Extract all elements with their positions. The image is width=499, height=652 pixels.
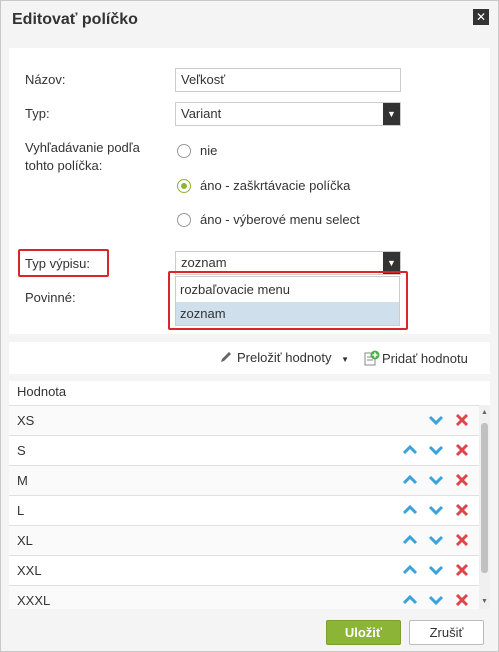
chevron-up-icon[interactable] [401,531,419,549]
table-row: XS [9,405,479,435]
search-radio-no[interactable] [177,144,191,158]
chevron-down-icon[interactable] [427,441,445,459]
scroll-down-icon[interactable]: ▼ [480,597,489,606]
delete-x-icon[interactable] [453,531,471,549]
table-row: XL [9,525,479,555]
row-value: S [17,443,26,458]
edit-field-dialog: Editovať políčko ✕ Názov: Veľkosť Typ: V… [0,0,499,652]
table-row: XXL [9,555,479,585]
chevron-down-icon[interactable] [427,501,445,519]
name-label: Názov: [25,72,66,87]
search-label-line2: tohto políčka: [25,158,103,173]
delete-x-icon[interactable] [453,591,471,609]
translate-values-button[interactable]: Preložiť hodnoty ▼ [219,350,349,365]
search-radio-checkboxes[interactable] [177,179,191,193]
chevron-down-icon[interactable] [427,561,445,579]
chevron-up-icon[interactable] [401,441,419,459]
chevron-up-icon[interactable] [401,561,419,579]
dropdown-highlight [168,271,408,330]
search-label-line1: Vyhľadávanie podľa [25,140,140,155]
table-row: XXXL [9,585,479,609]
translate-values-label: Preložiť hodnoty [237,350,332,365]
values-table: Hodnota XS S M L XL XXL XXXL ▲ ▼ [9,381,490,609]
chevron-down-icon[interactable] [427,411,445,429]
table-row: S [9,435,479,465]
delete-x-icon[interactable] [453,471,471,489]
scroll-thumb[interactable] [481,423,488,573]
caret-down-icon: ▼ [341,355,350,364]
row-value: M [17,473,28,488]
pencil-icon [221,352,231,362]
type-label: Typ: [25,106,50,121]
row-value: XL [17,533,33,548]
delete-x-icon[interactable] [453,561,471,579]
search-option-checkboxes-label: áno - zaškrtávacie políčka [200,178,351,193]
cancel-button[interactable]: Zrušiť [409,620,484,645]
name-field[interactable]: Veľkosť [175,68,401,92]
required-label: Povinné: [25,290,76,305]
delete-x-icon[interactable] [453,411,471,429]
chevron-down-icon[interactable] [427,471,445,489]
values-toolbar: Preložiť hodnoty ▼ Pridať hodnotu [9,342,490,374]
chevron-up-icon[interactable] [401,471,419,489]
type-select-value: Variant [181,106,222,121]
chevron-down-icon[interactable] [427,591,445,609]
chevron-down-icon[interactable] [427,531,445,549]
row-value: L [17,503,25,518]
scroll-up-icon[interactable]: ▲ [480,408,489,417]
table-row: L [9,495,479,525]
table-scrollbar[interactable]: ▲ ▼ [479,405,490,609]
listing-label-highlight [18,249,109,277]
add-value-button[interactable]: Pridať hodnotu [364,350,468,366]
delete-x-icon[interactable] [453,441,471,459]
delete-x-icon[interactable] [453,501,471,519]
add-value-label: Pridať hodnotu [382,351,468,366]
chevron-up-icon[interactable] [401,591,419,609]
listing-type-value: zoznam [181,255,227,270]
row-value: XXXL [17,593,51,608]
close-icon[interactable]: ✕ [473,9,489,25]
row-value: XXL [17,563,42,578]
dialog-titlebar: Editovať políčko ✕ [1,1,498,39]
type-select[interactable]: Variant ▼ [175,102,401,126]
chevron-down-icon: ▼ [383,103,400,125]
row-value: XS [17,413,35,428]
save-button[interactable]: Uložiť [326,620,401,645]
search-option-select-label: áno - výberové menu select [200,212,360,227]
search-radio-select[interactable] [177,213,191,227]
table-header: Hodnota [9,381,490,405]
search-option-no-label: nie [200,143,218,158]
chevron-up-icon[interactable] [401,501,419,519]
add-document-icon [364,350,380,366]
table-row: M [9,465,479,495]
dialog-title: Editovať políčko [12,11,138,28]
